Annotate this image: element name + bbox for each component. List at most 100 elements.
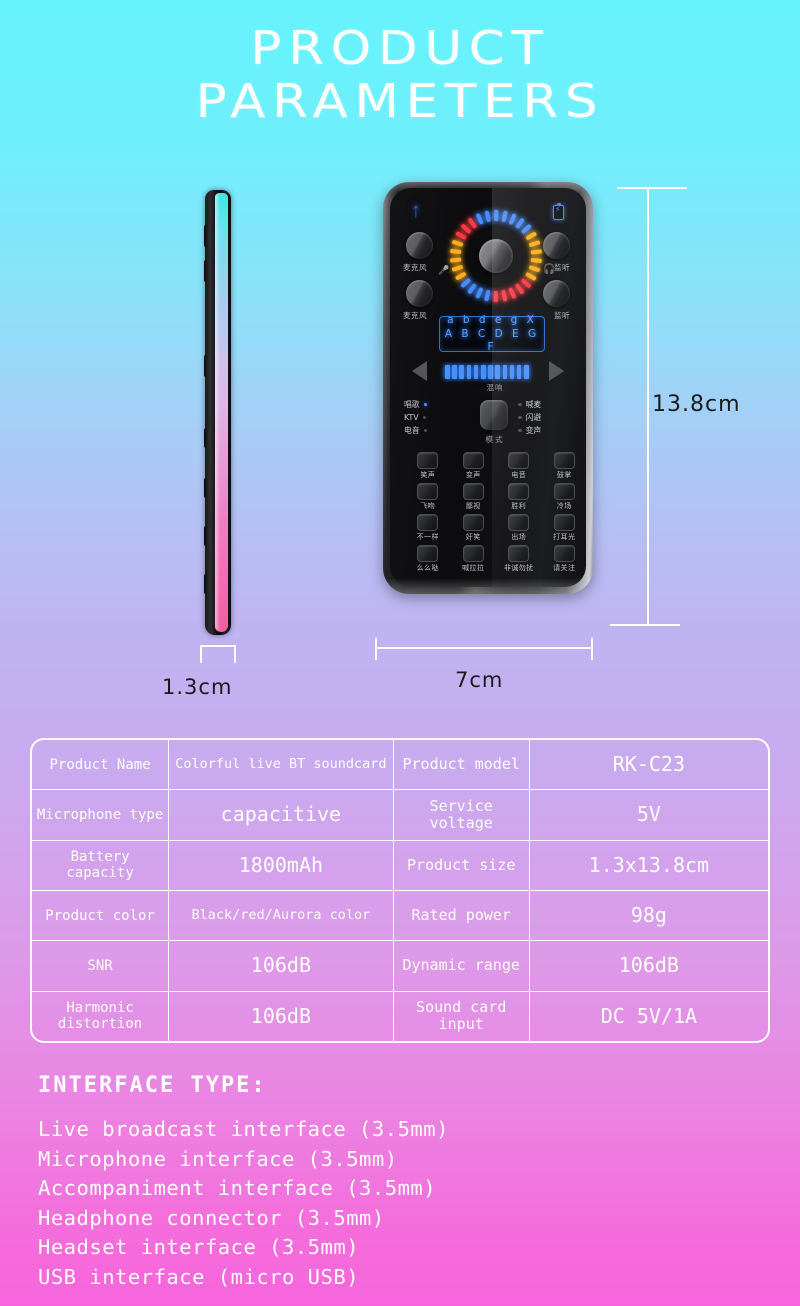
mic-knob-bottom-label: 麦克风	[403, 311, 427, 320]
led-segment	[451, 265, 464, 272]
mode-row[interactable]: 闪避	[518, 411, 541, 424]
battery-icon	[553, 202, 564, 220]
height-dim-label: 13.8cm	[652, 392, 741, 417]
mic-knob-top[interactable]	[406, 232, 433, 259]
spec-table: Product Name Colorful live BT soundcard Pr…	[30, 738, 770, 1043]
mic-knob-top-label: 麦克风	[403, 263, 427, 272]
led-segment	[515, 283, 525, 295]
monitor-knob-bottom[interactable]	[543, 280, 570, 307]
height-dim-cap-bottom	[610, 624, 680, 626]
reverb-label: 混响	[486, 383, 504, 392]
table-cell-label: Product size	[392, 840, 529, 890]
pad-key[interactable]	[508, 452, 530, 469]
thickness-dim-line	[200, 645, 236, 647]
pad-label: 非诚勿扰	[503, 564, 534, 572]
level-bar	[459, 365, 464, 379]
sound-effect-pad[interactable]: 喊拉拉	[454, 545, 494, 573]
sound-effect-pad[interactable]: 电音	[499, 452, 539, 480]
device-front-view: ᛏ 麦克风 麦克风 监听 监听 🎤 🎧 a b d e g X A B C D …	[383, 182, 593, 594]
table-cell-value: 5V	[528, 790, 768, 840]
interface-section-title: INTERFACE TYPE:	[38, 1073, 267, 1098]
mode-label-text: 闪避	[525, 413, 542, 422]
side-button	[204, 478, 210, 498]
pad-key[interactable]	[553, 452, 575, 469]
level-bar	[509, 365, 515, 379]
pad-key[interactable]	[417, 483, 439, 500]
table-row: Harmonic distortion 106dB Sound card input…	[32, 990, 768, 1041]
mode-indicator-led	[423, 428, 428, 433]
sound-effect-pad[interactable]: 飞吻	[408, 483, 448, 511]
level-bar	[480, 365, 486, 379]
pad-key[interactable]	[553, 514, 575, 531]
led-segment	[508, 213, 517, 225]
page-title-line2: PARAMETERS	[195, 74, 605, 128]
sound-effect-pad[interactable]: 么么哒	[408, 545, 448, 573]
led-segment	[450, 249, 462, 255]
led-segment	[460, 278, 472, 289]
device-side-view	[204, 190, 231, 635]
sound-effect-pad[interactable]: 变声	[454, 452, 494, 480]
pad-key[interactable]	[508, 545, 530, 562]
pad-key[interactable]	[417, 452, 439, 469]
sound-effect-pad[interactable]: 出场	[499, 514, 539, 542]
table-cell-value: 106dB	[168, 991, 392, 1041]
interface-list: Live broadcast interface (3.5mm) Micropho…	[38, 1115, 449, 1292]
led-display: a b d e g X A B C D E G F	[439, 314, 545, 353]
pad-key[interactable]	[417, 545, 439, 562]
level-bar	[516, 365, 522, 379]
pad-key[interactable]	[462, 545, 484, 562]
led-segment	[525, 231, 537, 241]
mode-row[interactable]: 喊麦	[518, 398, 541, 411]
mode-list-right: 喊麦 闪避 变声	[518, 398, 541, 437]
mic-knob-bottom[interactable]	[406, 280, 433, 307]
pad-key[interactable]	[508, 483, 530, 500]
pad-key[interactable]	[553, 483, 575, 500]
sound-effect-pad[interactable]: 鄙视	[454, 483, 494, 511]
sound-effect-pad[interactable]: 胜利	[499, 483, 539, 511]
led-segment	[450, 257, 462, 263]
mode-row[interactable]: 唱歌	[404, 398, 428, 411]
sound-effect-pad[interactable]: 不一样	[408, 514, 448, 542]
table-cell-label: SNR	[87, 957, 113, 974]
mode-row[interactable]: KTV	[404, 411, 427, 424]
sound-effect-pad[interactable]: 奸笑	[454, 514, 494, 542]
level-bar	[524, 365, 529, 379]
pad-key[interactable]	[417, 514, 439, 531]
sound-effect-pad[interactable]: 鼓掌	[545, 452, 585, 480]
table-cell-value: Colorful live BT soundcard	[168, 740, 392, 790]
sound-effect-pad[interactable]: 打耳光	[545, 514, 585, 542]
table-cell-label: Product Name	[49, 756, 151, 773]
side-button	[204, 574, 210, 594]
next-arrow-button[interactable]	[549, 361, 564, 381]
monitor-knob-top[interactable]	[543, 232, 570, 259]
pad-key[interactable]	[462, 483, 484, 500]
pad-key[interactable]	[553, 545, 575, 562]
pad-label: 么么哒	[416, 564, 439, 572]
led-segment	[520, 278, 532, 289]
mode-label: 模式	[485, 435, 505, 444]
side-button	[204, 355, 210, 377]
prev-arrow-button[interactable]	[412, 361, 427, 381]
sound-effect-pad[interactable]: 请关注	[545, 545, 585, 573]
mode-label-text: KTV	[404, 413, 419, 422]
led-segment	[494, 291, 498, 302]
pad-key[interactable]	[462, 452, 484, 469]
page-title-line1: PRODUCT	[250, 21, 550, 75]
product-illustration: ᛏ 麦克风 麦克风 监听 监听 🎤 🎧 a b d e g X A B C D …	[0, 160, 800, 720]
width-dim-line	[375, 647, 593, 649]
level-bar	[473, 365, 479, 379]
sound-effect-pad[interactable]: 笑声	[408, 452, 448, 480]
pad-key[interactable]	[462, 514, 484, 531]
volume-knob[interactable]	[479, 239, 513, 273]
pad-key[interactable]	[508, 514, 530, 531]
table-row: Product color Black/red/Aurora color Rated…	[32, 889, 768, 941]
led-segment	[484, 289, 491, 302]
mode-button[interactable]	[480, 400, 508, 430]
pad-label: 喊拉拉	[462, 564, 485, 572]
interface-line: USB interface (micro USB)	[38, 1264, 360, 1289]
led-segment	[455, 271, 467, 281]
sound-effect-pad[interactable]: 非诚勿扰	[499, 545, 539, 573]
table-cell-label: Microphone type	[36, 806, 164, 823]
sound-effect-pad[interactable]: 冷场	[545, 483, 585, 511]
table-row: SNR 106dB Dynamic range 106dB	[32, 940, 768, 991]
